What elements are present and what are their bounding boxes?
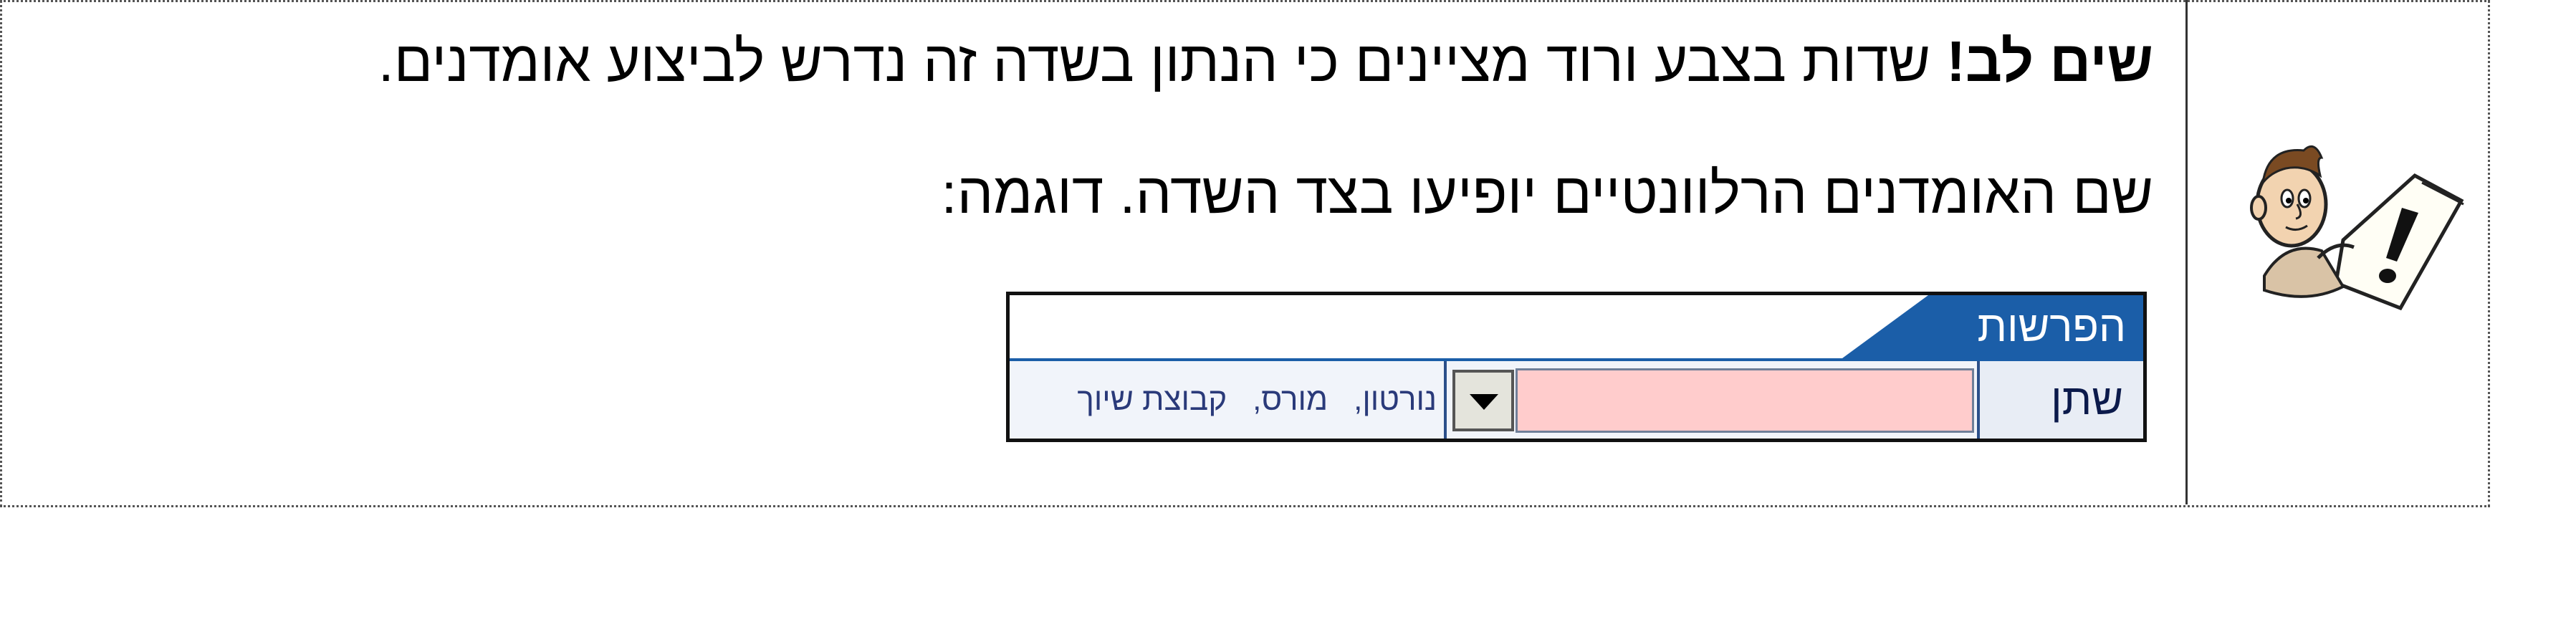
note-line-2: שם האומדנים הרלוונטיים יופיעו בצד השדה. … [941,161,2153,225]
group-comma: , [1354,382,1363,417]
note-line-1: שים לב! שדות בצבע ורוד מציינים כי הנתון … [378,26,2153,97]
note-bold-prefix: שים לב! [1946,29,2153,93]
group-item: קבוצת שיוך [1077,382,1227,417]
sample-field-row: שתן נורטון,מורס,קבוצת שיוך [1010,361,2143,439]
group-item: מורס [1261,382,1328,417]
estimate-groups: נורטון,מורס,קבוצת שיוך [1077,377,1437,423]
sample-header: הפרשות [1010,295,2143,361]
field-label-cell: שתן [1977,361,2143,439]
group-item: נורטון [1362,382,1437,417]
cartoon-man-exclamation-icon [2250,145,2464,311]
chevron-down-icon [1470,394,1498,410]
field-label: שתן [2051,375,2123,423]
group-comma: , [1253,382,1262,417]
required-field-input[interactable] [1516,368,1974,433]
header-title: הפרשות [1977,302,2126,350]
dropdown-button[interactable] [1452,370,1514,431]
note-line-1-text: שדות בצבע ורוד מציינים כי הנתון בשדה זה … [378,29,1947,93]
column-divider [2185,0,2188,504]
groups-separator [1444,361,1447,439]
sample-form-widget: הפרשות שתן נורטון,מורס,קבוצת שיוך [1006,292,2147,442]
